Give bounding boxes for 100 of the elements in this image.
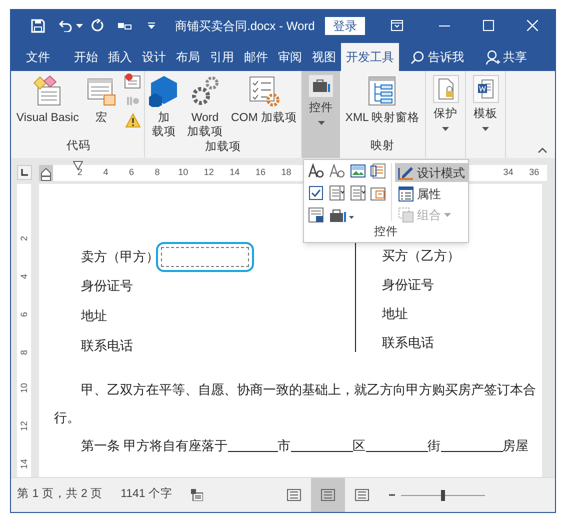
ribbon-button[interactable]: Visual Basic [15,71,80,138]
collapse-ribbon-icon[interactable] [538,147,547,153]
ruler-number: 4 [19,272,29,279]
ribbon-button[interactable]: COM 加载项 [230,71,298,139]
toolbox-icon[interactable] [328,207,355,223]
ruler-number: 12 [19,420,29,431]
left-tab-icon [21,169,28,176]
customize-toolbar-icon[interactable] [148,22,155,29]
ruler-number: 14 [19,458,29,469]
repeating-section-icon[interactable] [308,207,324,223]
checklist-gear-icon [248,75,280,107]
seller-label: 卖方（甲方） [81,248,159,266]
ruler-number: 10 [177,166,190,179]
sign-in-button[interactable]: 登录 [324,16,365,34]
ruler-number: 8 [154,166,161,179]
combo-box-icon[interactable] [328,185,345,201]
rich-text-control-icon[interactable] [308,163,324,179]
clause-paragraph: 第一条 甲方将自有座落于 市 区 街 房屋 [80,437,530,455]
ribbon-button[interactable]: 加 载项 [148,71,180,139]
save-icon[interactable] [31,18,45,32]
paragraph: 甲、乙双方在平等、自愿、协商一致的基础上，就乙方向甲方购买房产签订本合 [80,381,537,399]
ribbon-tab[interactable]: 文件 [21,43,55,71]
ruler-number: 4 [102,166,110,179]
first-line-indent-marker[interactable] [73,160,83,170]
checkbox-icon[interactable] [308,185,324,201]
ruler-number: 6 [128,166,135,179]
ruler-pencil-icon [398,164,414,180]
ribbon-button[interactable]: 控件 [302,71,340,158]
redo-icon[interactable] [91,19,104,32]
proofing-icon[interactable] [190,489,203,501]
ruler-number: 12 [202,166,215,179]
field-label: 联系电话 [81,337,134,355]
page-icon [321,489,335,501]
zoom-thumb[interactable] [441,490,445,500]
window-title: 商铺买卖合同.docx - Word [175,18,315,34]
buyer-label: 买方（乙方） [382,247,460,265]
tab-selector[interactable] [17,165,32,180]
tell-me-button[interactable]: 告诉我 [407,43,468,71]
word-template-icon [472,75,498,103]
picture-control-icon[interactable] [350,163,366,179]
ribbon-tab[interactable]: 布局 [171,43,205,71]
field-label: 身份证号 [81,277,134,295]
ruler-number: 18 [280,166,292,179]
group-label: 映射 [370,138,394,154]
date-picker-icon[interactable] [370,185,386,201]
search-icon [411,50,424,64]
warning-icon [124,113,141,128]
ruler-number: 6 [19,310,29,317]
plain-text-control-icon[interactable] [328,163,345,179]
ruler-number: 14 [228,166,241,179]
menu-command[interactable]: 属性 [395,184,468,203]
ribbon-button[interactable]: 保护 [432,71,460,158]
minimize-icon[interactable] [438,24,450,26]
page-count[interactable]: 第 1 页，共 2 页 [17,486,103,504]
ruler-number: 16 [254,166,266,179]
group-label: 代码 [66,138,90,154]
pause-icon [124,95,141,107]
share-button[interactable]: 共享 [482,43,531,71]
menu-command[interactable]: 设计模式 [395,163,468,182]
ribbon-tab[interactable]: 邮件 [239,43,273,71]
ribbon-button[interactable]: XML 映射窗格 [344,71,421,138]
ribbon-tab[interactable]: 引用 [205,43,239,71]
zoom-slider[interactable] [401,490,485,500]
word-count[interactable]: 1141 个字 [120,486,173,504]
ribbon-tab[interactable]: 审阅 [273,43,307,71]
building-block-icon[interactable] [370,163,386,179]
ruler-number: 10 [19,382,29,393]
ribbon-tab[interactable]: 开发工具 [341,43,399,71]
print-layout-button[interactable] [311,478,345,512]
ribbon-button[interactable]: 模板 [472,71,500,158]
tree-grid-icon [367,75,398,107]
ruler-number: 34 [502,166,514,179]
ruler-number: 2 [19,234,29,241]
ribbon-tab[interactable]: 设计 [137,43,171,71]
locked-document-icon [432,75,458,103]
caret-icon [76,24,83,28]
hexagon-cubes-icon [148,75,179,107]
field-label: 联系电话 [382,334,435,352]
gears-icon [190,75,220,107]
maximize-icon[interactable] [482,20,494,31]
paragraph: 行。 [53,409,81,427]
content-control[interactable] [156,242,254,272]
ribbon-tab[interactable]: 视图 [307,43,341,71]
ruler-number: 8 [19,348,29,355]
close-icon[interactable] [526,20,538,31]
field-label: 地址 [81,307,108,325]
ribbon-tab[interactable]: 开始 [69,43,103,71]
ruler-number: 2 [76,166,84,179]
toolbox-icon [309,75,333,97]
field-label: 地址 [382,305,409,323]
ribbon-button[interactable]: Word 加载项 [186,71,224,139]
undo-icon[interactable] [59,20,73,32]
ruler-number: 36 [528,166,540,179]
person-add-icon [486,50,500,64]
properties-icon [398,186,414,202]
ribbon-button[interactable]: 宏 [84,71,119,138]
field-label: 身份证号 [382,276,435,294]
ribbon-tab[interactable]: 插入 [103,43,137,71]
ribbon-display-icon[interactable] [390,20,403,31]
drop-down-list-icon[interactable] [350,185,366,201]
